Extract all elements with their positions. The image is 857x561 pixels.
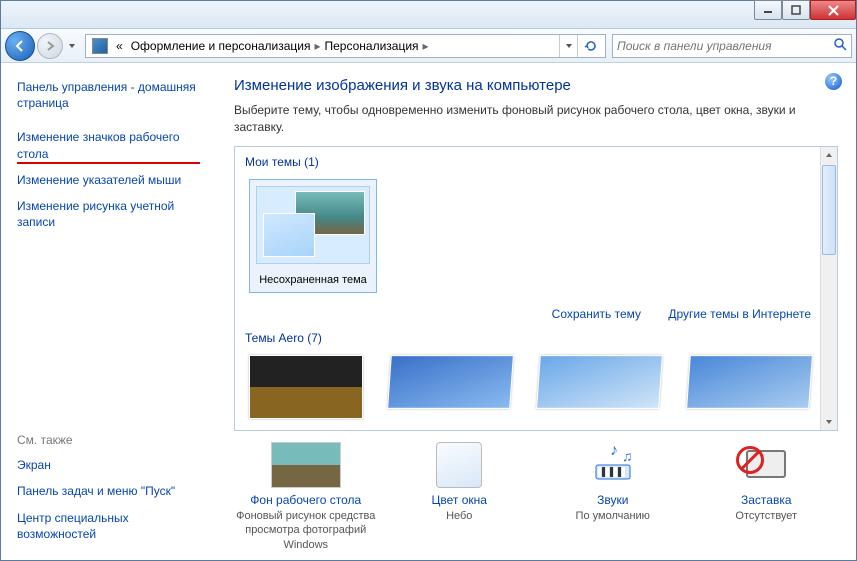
svg-text:♪: ♪	[610, 442, 618, 459]
sidebar: Панель управления - домашняя страница Из…	[1, 63, 216, 560]
aero-themes-row	[243, 349, 817, 419]
aero-theme-thumb[interactable]	[536, 355, 663, 409]
aero-theme-thumb[interactable]	[686, 355, 813, 409]
save-theme-link[interactable]: Сохранить тему	[552, 307, 641, 321]
main-content: ? Изменение изображения и звука на компь…	[216, 63, 856, 560]
theme-item-unsaved[interactable]: Несохраненная тема	[249, 179, 377, 293]
sounds-icon: ♪ ♫	[578, 441, 648, 489]
window-color-setting[interactable]: Цвет окна Небо	[388, 441, 532, 552]
screensaver-icon	[740, 442, 792, 488]
breadcrumb-current[interactable]: Персонализация	[320, 39, 422, 53]
personalization-settings-row: Фон рабочего стола Фоновый рисунок средс…	[234, 431, 838, 552]
screensaver-setting[interactable]: Заставка Отсутствует	[695, 441, 839, 552]
svg-text:♫: ♫	[622, 448, 633, 464]
sidebar-desktop-icons-link[interactable]: Изменение значков рабочего стола	[17, 129, 208, 161]
control-panel-window: « Оформление и персонализация ▸ Персонал…	[0, 0, 857, 561]
aero-theme-thumb[interactable]	[249, 355, 363, 419]
sidebar-account-picture-link[interactable]: Изменение рисунка учетной записи	[17, 198, 208, 230]
window-color-link[interactable]: Цвет окна	[388, 493, 532, 507]
maximize-button[interactable]	[782, 0, 810, 20]
control-panel-home-link[interactable]: Панель управления - домашняя страница	[17, 79, 208, 111]
scrollbar[interactable]	[820, 147, 837, 431]
aero-theme-thumb[interactable]	[387, 355, 514, 409]
sidebar-mouse-pointers-link[interactable]: Изменение указателей мыши	[17, 172, 208, 188]
see-also-display-link[interactable]: Экран	[17, 457, 208, 473]
address-bar[interactable]: « Оформление и персонализация ▸ Персонал…	[85, 34, 606, 58]
see-also-header: См. также	[17, 433, 208, 447]
close-button[interactable]	[810, 0, 856, 20]
window-color-icon	[436, 442, 482, 488]
sounds-setting[interactable]: ♪ ♫ Звуки По умолчанию	[541, 441, 685, 552]
screensaver-link[interactable]: Заставка	[695, 493, 839, 507]
scroll-up-button[interactable]	[821, 147, 837, 164]
sounds-link[interactable]: Звуки	[541, 493, 685, 507]
breadcrumb-separator: ▸	[423, 39, 429, 53]
navigation-bar: « Оформление и персонализация ▸ Персонал…	[1, 29, 856, 63]
window-color-desc: Небо	[388, 509, 532, 523]
desktop-background-desc: Фоновый рисунок средства просмотра фотог…	[234, 509, 378, 552]
desktop-background-setting[interactable]: Фон рабочего стола Фоновый рисунок средс…	[234, 441, 378, 552]
help-icon[interactable]: ?	[825, 73, 842, 90]
search-icon[interactable]	[833, 37, 847, 54]
back-button[interactable]	[5, 31, 35, 61]
page-title: Изменение изображения и звука на компьют…	[234, 77, 838, 94]
theme-name-label: Несохраненная тема	[256, 274, 370, 286]
themes-list: Мои темы (1) Несохраненная тема Сохранит…	[234, 146, 838, 432]
search-input[interactable]	[617, 39, 833, 53]
history-dropdown[interactable]	[65, 31, 79, 61]
breadcrumb-parent[interactable]: Оформление и персонализация	[127, 39, 315, 53]
page-subtitle: Выберите тему, чтобы одновременно измени…	[234, 102, 838, 136]
background-thumbnail-icon	[271, 442, 341, 488]
address-dropdown[interactable]	[559, 35, 577, 57]
control-panel-icon	[92, 38, 108, 54]
theme-thumbnail	[256, 186, 370, 264]
see-also-taskbar-link[interactable]: Панель задач и меню "Пуск"	[17, 483, 208, 499]
forward-button[interactable]	[37, 33, 63, 59]
body: Панель управления - домашняя страница Из…	[1, 63, 856, 560]
aero-themes-header: Темы Aero (7)	[243, 327, 817, 349]
refresh-button[interactable]	[577, 35, 603, 57]
my-themes-header: Мои темы (1)	[243, 151, 817, 173]
screensaver-desc: Отсутствует	[695, 509, 839, 523]
titlebar	[1, 1, 856, 29]
breadcrumb-prefix: «	[112, 39, 127, 53]
scroll-down-button[interactable]	[821, 413, 837, 430]
see-also-ease-of-access-link[interactable]: Центр специальных возможностей	[17, 510, 208, 542]
desktop-background-link[interactable]: Фон рабочего стола	[234, 493, 378, 507]
search-box[interactable]	[612, 34, 852, 58]
minimize-button[interactable]	[754, 0, 782, 20]
scroll-thumb[interactable]	[822, 165, 836, 255]
online-themes-link[interactable]: Другие темы в Интернете	[668, 307, 811, 321]
sounds-desc: По умолчанию	[541, 509, 685, 523]
